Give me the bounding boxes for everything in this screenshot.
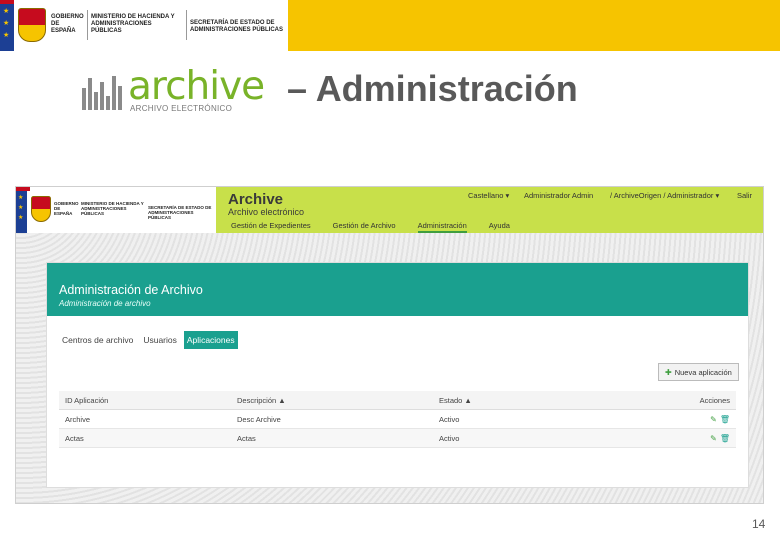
government-logo-block: ★ ★ ★ GOBIERNO DE ESPAÑA MINISTERIO DE H… [0, 0, 288, 51]
star-icon: ★ [18, 215, 24, 221]
panel-header: Administración de Archivo Administración… [47, 263, 748, 316]
star-icon: ★ [18, 205, 24, 211]
header-actions: Acciones [699, 395, 730, 405]
user-name: Administrador Admin [524, 191, 594, 200]
app-title: Archive [228, 191, 284, 208]
sub-tabs: Centros de archivo Usuarios Aplicaciones [59, 331, 242, 349]
coat-of-arms-icon [31, 196, 51, 222]
new-application-button[interactable]: ✚ Nueva aplicación [658, 363, 739, 381]
new-application-label: Nueva aplicación [674, 367, 732, 377]
gov-label: GOBIERNO DE ESPAÑA [51, 14, 84, 34]
app-ministry-label: MINISTERIO DE HACIENDA Y ADMINISTRACIONE… [81, 201, 144, 216]
context-menu[interactable]: / ArchiveOrigen / Administrador ▾ [610, 191, 719, 200]
tab-administracion[interactable]: Administración [417, 221, 467, 233]
tab-gestion-archivo[interactable]: Gestión de Archivo [333, 221, 396, 233]
bar-chart-logo-icon [82, 76, 124, 110]
slide-title: – Administración [287, 68, 578, 109]
table-row: Archive Desc Archive Activo ✎ 🗑 [59, 410, 736, 429]
language-menu[interactable]: Castellano ▾ [468, 191, 509, 200]
cell-description: Desc Archive [237, 414, 281, 424]
cell-id: Actas [65, 433, 84, 443]
table-header: ID Aplicación Descripción ▲ Estado ▲ Acc… [59, 391, 736, 410]
tab-ayuda[interactable]: Ayuda [489, 221, 510, 233]
header-description[interactable]: Descripción ▲ [237, 396, 439, 405]
cell-id: Archive [65, 414, 91, 424]
pencil-icon[interactable]: ✎ [710, 434, 717, 443]
logout-link[interactable]: Salir [737, 191, 752, 200]
logo-word: archive [128, 64, 265, 109]
plus-icon: ✚ [665, 367, 672, 377]
app-gov-label: GOBIERNO DE ESPAÑA [54, 201, 79, 216]
cell-status: Activo [439, 433, 460, 443]
main-nav: Gestión de Expedientes Gestión de Archiv… [231, 221, 532, 233]
pencil-icon[interactable]: ✎ [710, 415, 717, 424]
admin-panel: Administración de Archivo Administración… [46, 262, 749, 488]
cell-description: Actas [237, 433, 256, 443]
cell-actions: ✎ 🗑 [665, 434, 736, 443]
eu-flag-strip: ★ ★ ★ [16, 187, 30, 233]
trash-icon[interactable]: 🗑 [720, 415, 730, 424]
eu-flag-strip: ★ ★ ★ [0, 0, 14, 51]
subtab-centros-archivo[interactable]: Centros de archivo [59, 331, 136, 349]
header-id[interactable]: ID Aplicación [59, 396, 237, 405]
page-number: 14 [752, 517, 766, 531]
trash-icon[interactable]: 🗑 [720, 434, 730, 443]
subtab-aplicaciones[interactable]: Aplicaciones [183, 331, 238, 349]
header-status[interactable]: Estado ▲ [439, 396, 665, 405]
panel-subtitle: Administración de archivo [59, 299, 151, 308]
star-icon: ★ [3, 8, 10, 15]
app-header: ★ ★ ★ GOBIERNO DE ESPAÑA MINISTERIO DE H… [16, 187, 763, 233]
app-government-logo: ★ ★ ★ GOBIERNO DE ESPAÑA MINISTERIO DE H… [16, 187, 216, 233]
table-row: Actas Actas Activo ✎ 🗑 [59, 429, 736, 448]
star-icon: ★ [3, 32, 10, 39]
applications-table: ID Aplicación Descripción ▲ Estado ▲ Acc… [59, 391, 736, 448]
top-banner: ★ ★ ★ GOBIERNO DE ESPAÑA MINISTERIO DE H… [0, 0, 780, 51]
subtab-usuarios[interactable]: Usuarios [140, 331, 180, 349]
app-subtitle: Archivo electrónico [228, 207, 305, 217]
logo-subtitle: ARCHIVO ELECTRÓNICO [130, 104, 233, 113]
cell-actions: ✎ 🗑 [665, 415, 736, 424]
secretary-label: SECRETARÍA DE ESTADO DE ADMINISTRACIONES… [190, 20, 284, 33]
app-secretary-label: SECRETARÍA DE ESTADO DE ADMINISTRACIONES… [148, 205, 212, 220]
ministry-label: MINISTERIO DE HACIENDA Y ADMINISTRACIONE… [91, 14, 175, 34]
coat-of-arms-icon [18, 8, 46, 42]
cell-status: Activo [439, 414, 460, 424]
slide: ★ ★ ★ GOBIERNO DE ESPAÑA MINISTERIO DE H… [0, 0, 780, 540]
panel-title: Administración de Archivo [59, 283, 203, 297]
app-screenshot: ★ ★ ★ GOBIERNO DE ESPAÑA MINISTERIO DE H… [15, 186, 764, 504]
star-icon: ★ [3, 20, 10, 27]
star-icon: ★ [18, 195, 24, 201]
tab-gestion-expedientes[interactable]: Gestión de Expedientes [231, 221, 311, 233]
